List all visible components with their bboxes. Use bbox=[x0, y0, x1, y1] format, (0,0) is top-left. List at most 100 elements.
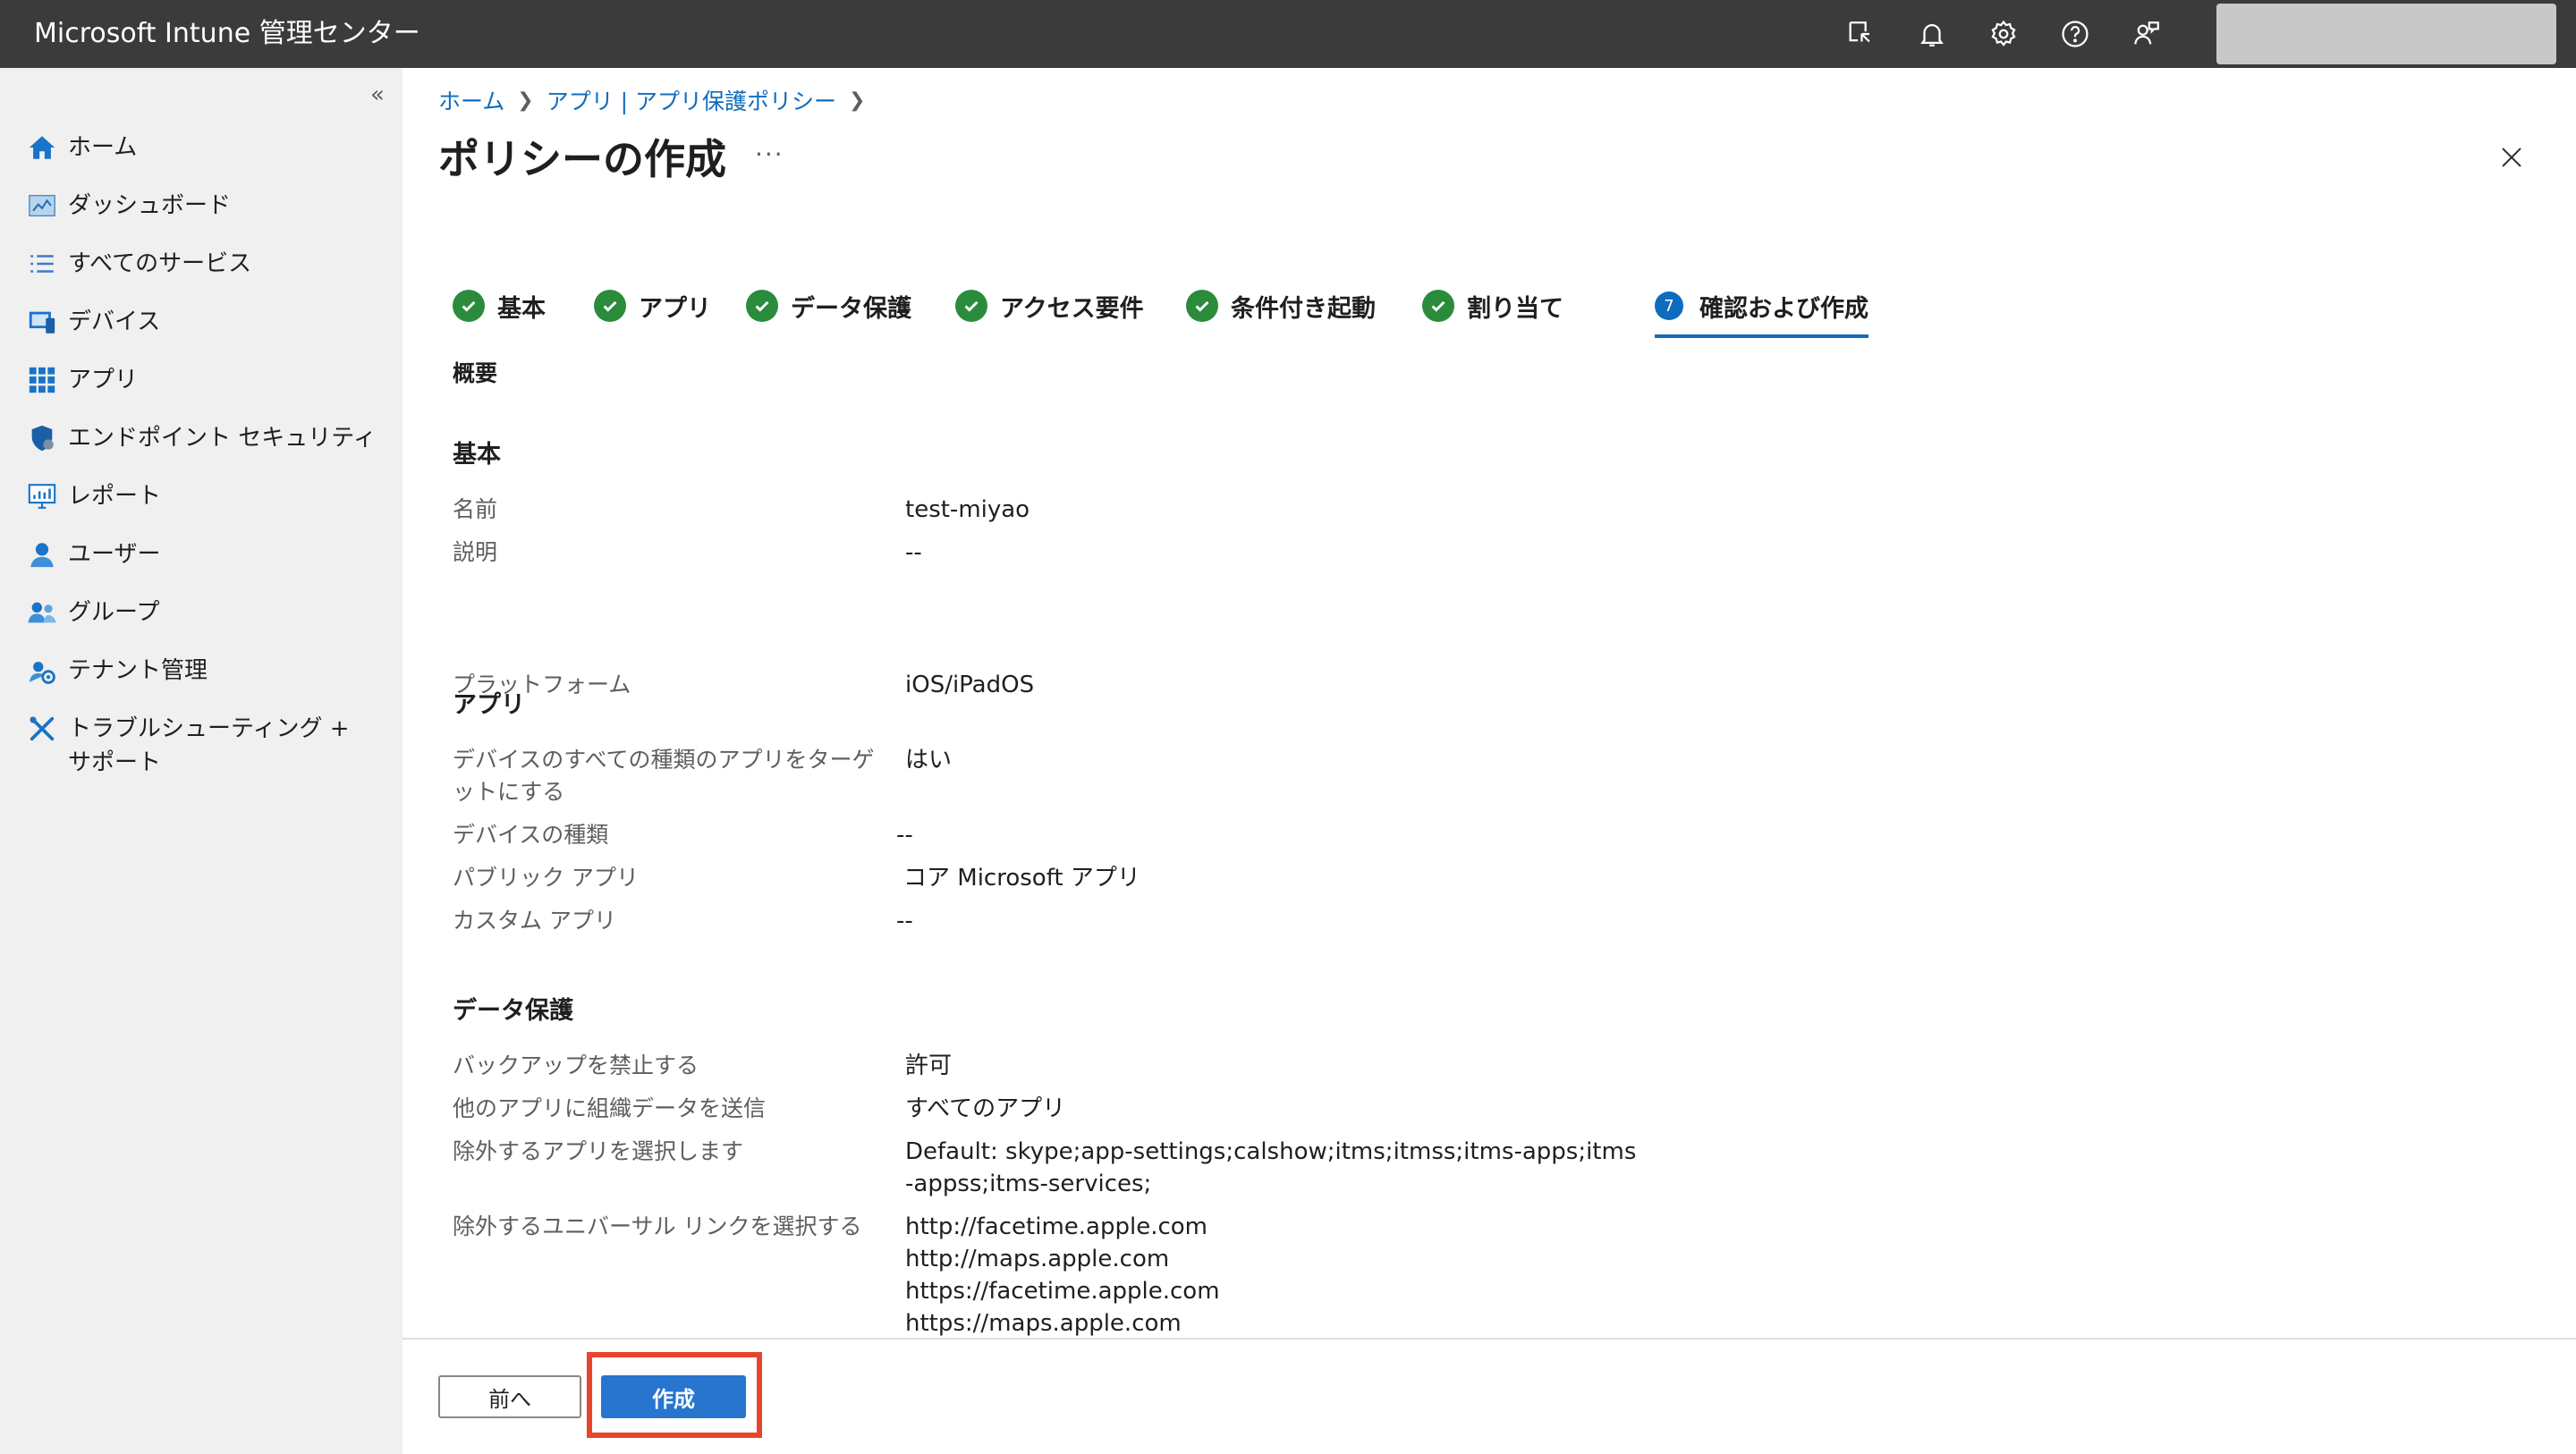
sidebar-item-label: グループ bbox=[68, 599, 160, 626]
universal-link-item: https://facetime.apple.com bbox=[905, 1278, 1220, 1305]
check-circle-icon bbox=[453, 290, 485, 322]
gear-icon[interactable] bbox=[1982, 13, 2025, 55]
public-apps-label: パブリック アプリ bbox=[453, 865, 639, 891]
close-icon[interactable] bbox=[2494, 139, 2529, 175]
target-all-device-types-label: デバイスのすべての種類のアプリをターゲットにする bbox=[453, 747, 875, 805]
step-label: 割り当て bbox=[1467, 294, 1563, 323]
check-circle-icon bbox=[1186, 290, 1218, 322]
step-label: 基本 bbox=[497, 294, 546, 323]
tab-data-protection[interactable]: データ保護 bbox=[746, 279, 911, 333]
description-label: 説明 bbox=[453, 539, 498, 565]
check-circle-icon bbox=[746, 290, 778, 322]
section-apps-title: アプリ bbox=[453, 691, 525, 719]
sidebar-item-label: レポート bbox=[68, 483, 162, 510]
create-button[interactable]: 作成 bbox=[601, 1375, 746, 1418]
step-label: 条件付き起動 bbox=[1231, 294, 1376, 323]
sidebar-item-label: アプリ bbox=[68, 367, 139, 393]
sidebar-item-apps[interactable]: アプリ bbox=[25, 363, 383, 397]
wrench-icon bbox=[25, 712, 59, 746]
tab-assignments[interactable]: 割り当て bbox=[1422, 279, 1563, 333]
more-options-button[interactable]: ··· bbox=[755, 139, 784, 169]
prevent-backup-value: 許可 bbox=[905, 1052, 953, 1079]
sidebar-item-label: トラブルシューティング + サポート bbox=[68, 715, 350, 776]
tenant-icon bbox=[25, 654, 59, 688]
feedback-person-icon[interactable] bbox=[2125, 13, 2168, 55]
sidebar-item-users[interactable]: ユーザー bbox=[25, 537, 383, 571]
footer-actions: 前へ 作成 bbox=[402, 1338, 2576, 1454]
sidebar-item-label: ホーム bbox=[68, 134, 138, 161]
tab-basics[interactable]: 基本 bbox=[453, 279, 546, 333]
tab-access-requirements[interactable]: アクセス要件 bbox=[955, 279, 1144, 333]
app-title[interactable]: Microsoft Intune 管理センター bbox=[34, 0, 420, 68]
report-icon bbox=[25, 479, 59, 513]
sidebar-item-endpoint-security[interactable]: エンドポイント セキュリティ bbox=[25, 421, 383, 455]
device-types-value: -- bbox=[896, 822, 913, 849]
user-icon bbox=[25, 537, 59, 571]
sidebar-item-label: デバイス bbox=[68, 309, 161, 335]
help-icon[interactable] bbox=[2054, 13, 2097, 55]
group-icon bbox=[25, 596, 59, 630]
device-types-label: デバイスの種類 bbox=[453, 822, 609, 848]
account-menu[interactable] bbox=[2216, 4, 2556, 64]
sidebar-item-label: エンドポイント セキュリティ bbox=[68, 425, 377, 452]
sidebar-item-groups[interactable]: グループ bbox=[25, 596, 383, 630]
check-circle-icon bbox=[594, 290, 626, 322]
sidebar-item-tenant-admin[interactable]: テナント管理 bbox=[25, 654, 383, 688]
page-title: ポリシーの作成 bbox=[438, 135, 726, 183]
bell-icon[interactable] bbox=[1911, 13, 1953, 55]
dashboard-icon bbox=[25, 189, 59, 223]
description-value: -- bbox=[905, 539, 922, 566]
sidebar-item-all-services[interactable]: すべてのサービス bbox=[25, 247, 383, 281]
universal-link-item: http://maps.apple.com bbox=[905, 1246, 1170, 1272]
public-apps-value: コア Microsoft アプリ bbox=[903, 865, 1140, 892]
sidebar-item-label: ユーザー bbox=[68, 541, 161, 568]
home-icon bbox=[25, 131, 59, 165]
chevron-right-icon: ❯ bbox=[849, 89, 866, 112]
sidebar-item-reports[interactable]: レポート bbox=[25, 479, 383, 513]
sidebar-item-home[interactable]: ホーム bbox=[25, 131, 383, 165]
sidebar-item-label: すべてのサービス bbox=[68, 250, 252, 277]
target-all-device-types-value: はい bbox=[905, 747, 953, 773]
list-icon bbox=[25, 247, 59, 281]
section-basics-title: 基本 bbox=[453, 441, 501, 469]
tab-apps[interactable]: アプリ bbox=[594, 279, 711, 333]
sidebar-item-label: テナント管理 bbox=[68, 657, 208, 684]
sidebar-item-devices[interactable]: デバイス bbox=[25, 305, 383, 339]
step-label: 確認および作成 bbox=[1699, 294, 1868, 323]
custom-apps-value: -- bbox=[896, 908, 913, 934]
shield-icon bbox=[25, 421, 59, 455]
top-bar: Microsoft Intune 管理センター bbox=[0, 0, 2576, 68]
exempt-apps-value: Default: skype;app-settings;calshow;itms… bbox=[905, 1138, 1637, 1197]
exempt-apps-label: 除外するアプリを選択します bbox=[453, 1138, 744, 1164]
custom-apps-label: カスタム アプリ bbox=[453, 908, 616, 934]
name-label: 名前 bbox=[453, 496, 498, 522]
universal-link-item: https://maps.apple.com bbox=[905, 1310, 1182, 1337]
check-circle-icon bbox=[1422, 290, 1454, 322]
section-data-protection-title: データ保護 bbox=[453, 997, 573, 1025]
apps-grid-icon bbox=[25, 363, 59, 397]
sidebar-item-label: ダッシュボード bbox=[68, 192, 232, 219]
step-number-badge: 7 bbox=[1655, 292, 1683, 320]
previous-button[interactable]: 前へ bbox=[438, 1375, 581, 1418]
breadcrumb-home[interactable]: ホーム bbox=[438, 84, 504, 116]
exempt-universal-links-label: 除外するユニバーサル リンクを選択する bbox=[453, 1213, 862, 1239]
device-icon bbox=[25, 305, 59, 339]
main-content: ホーム ❯ アプリ | アプリ保護ポリシー ❯ ポリシーの作成 ··· 基本 ア… bbox=[402, 68, 2576, 1454]
name-value: test-miyao bbox=[905, 496, 1030, 523]
tab-review-create[interactable]: 7 確認および作成 bbox=[1655, 279, 1868, 338]
prevent-backup-label: バックアップを禁止する bbox=[453, 1052, 699, 1078]
breadcrumb-app-protection[interactable]: アプリ | アプリ保護ポリシー bbox=[547, 84, 836, 116]
universal-link-item: http://facetime.apple.com bbox=[905, 1213, 1208, 1240]
sidebar-item-troubleshooting[interactable]: トラブルシューティング + サポート bbox=[25, 712, 374, 780]
portal-feedback-icon[interactable] bbox=[1839, 13, 1882, 55]
send-org-data-label: 他のアプリに組織データを送信 bbox=[453, 1095, 767, 1121]
check-circle-icon bbox=[955, 290, 987, 322]
sidebar-item-dashboard[interactable]: ダッシュボード bbox=[25, 189, 383, 223]
exempt-universal-links-list: http://facetime.apple.com http://maps.ap… bbox=[905, 1211, 1755, 1340]
sidebar: « ホーム ダッシュボード すべてのサービス デバイス アプリ エンドポイント … bbox=[0, 68, 402, 1454]
collapse-sidebar-button[interactable]: « bbox=[363, 80, 392, 109]
tab-conditional-launch[interactable]: 条件付き起動 bbox=[1186, 279, 1376, 333]
platform-value: iOS/iPadOS bbox=[905, 672, 1035, 698]
send-org-data-value: すべてのアプリ bbox=[905, 1095, 1066, 1122]
summary-heading: 概要 bbox=[453, 360, 498, 386]
